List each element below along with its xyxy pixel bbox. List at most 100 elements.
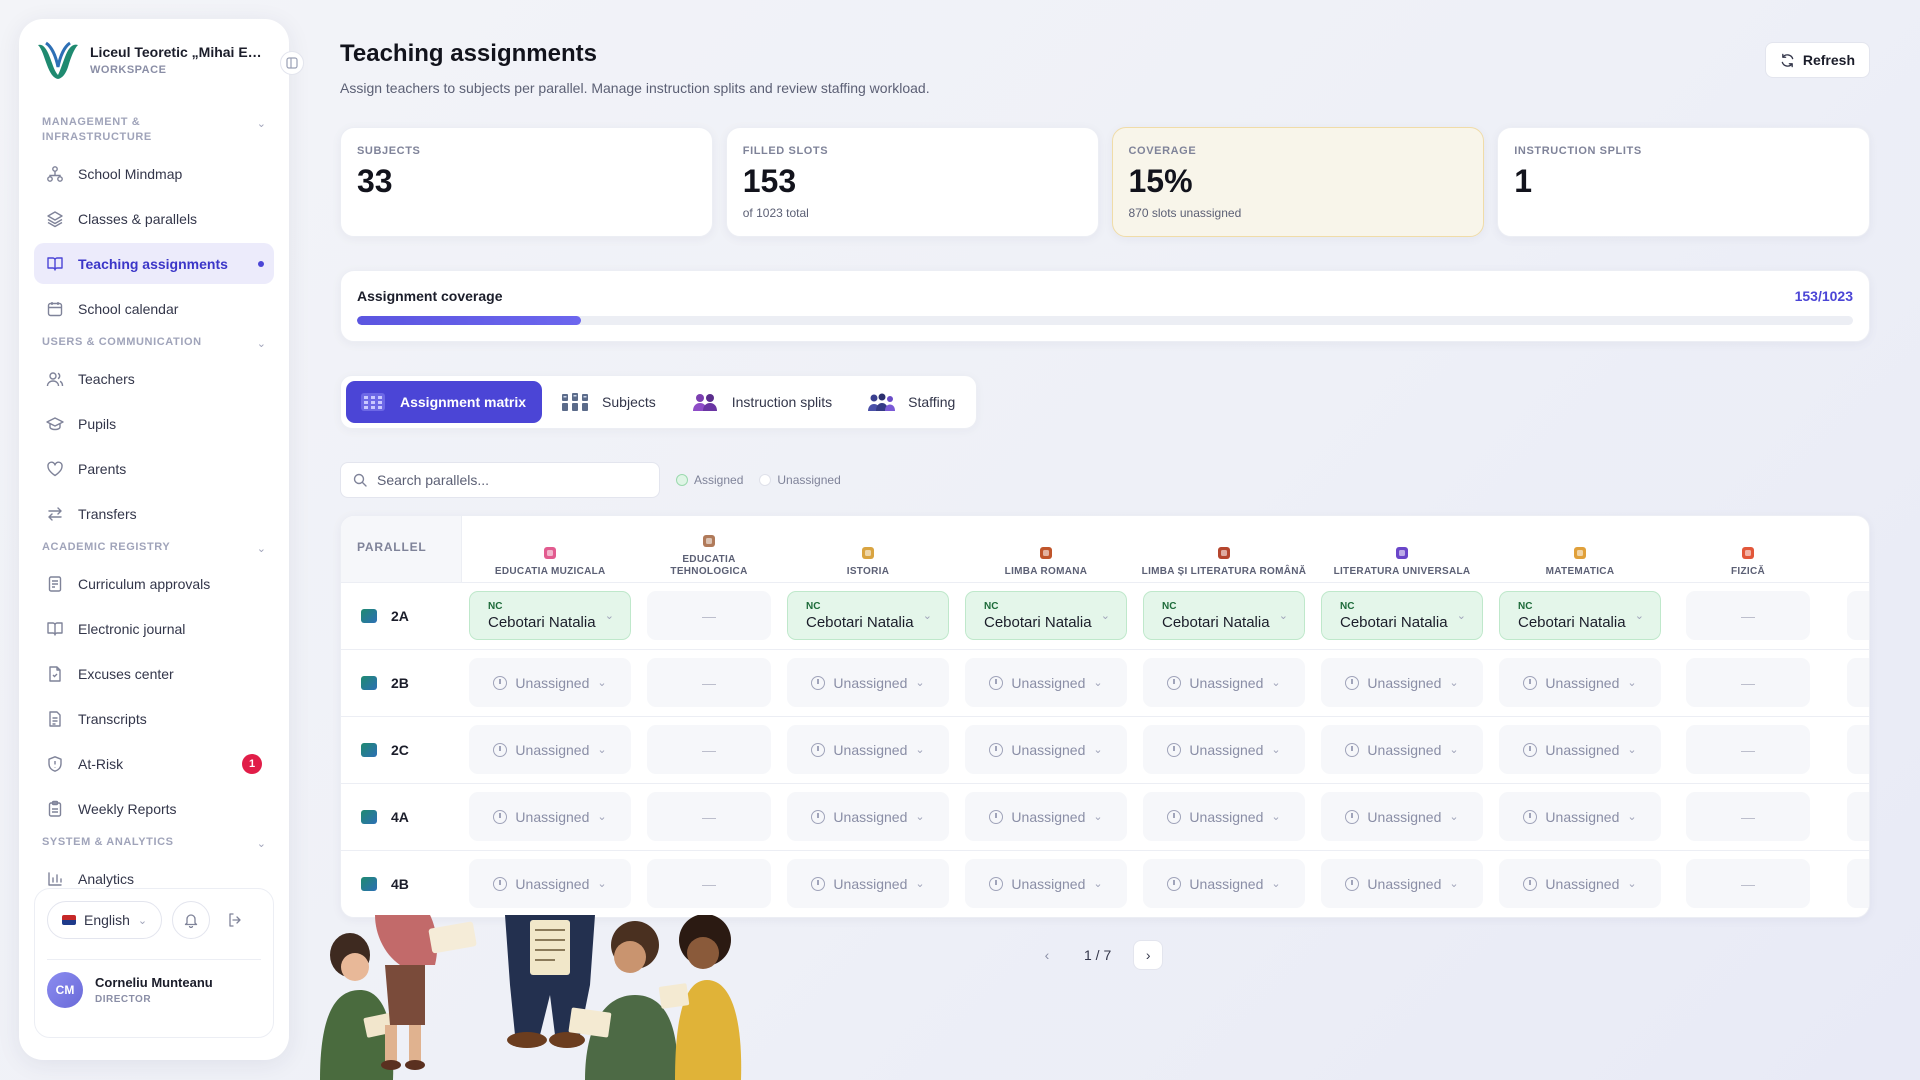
previous-page-button[interactable]: ‹: [1032, 940, 1062, 970]
teacher-assignment-select[interactable]: Unassigned ⌄: [787, 725, 949, 774]
teacher-assignment-select[interactable]: Unassigned ⌄: [1499, 658, 1661, 707]
teacher-assignment-select[interactable]: Unassigned ⌄: [965, 859, 1127, 908]
sidebar-item-school-calendar[interactable]: School calendar: [34, 288, 274, 329]
teacher-assignment-select[interactable]: Unassigned ⌄: [469, 725, 631, 774]
section-title: ACADEMIC REGISTRY: [42, 541, 171, 553]
section-users-communication[interactable]: USERS & COMMUNICATION ⌄: [34, 335, 274, 350]
teacher-assignment-select[interactable]: Unassigned ⌄: [469, 859, 631, 908]
sidebar-item-transcripts[interactable]: Transcripts: [34, 698, 274, 739]
matrix-cell: —: [1669, 716, 1827, 784]
section-management-infrastructure[interactable]: MANAGEMENT & INFRASTRUCTURE ⌄: [34, 115, 274, 145]
teacher-assignment-select[interactable]: Unassigned ⌄: [1321, 859, 1483, 908]
teacher-assignment-select[interactable]: Unassigned ⌄: [469, 658, 631, 707]
class-icon: [361, 809, 377, 824]
tab-instruction-splits[interactable]: Instruction splits: [678, 381, 848, 423]
teacher-name: Cebotari Natalia: [488, 613, 596, 631]
teacher-assignment-select[interactable]: NC Cebotari Natalia ⌄: [1143, 591, 1305, 640]
language-select[interactable]: English ⌄: [47, 901, 163, 939]
teacher-assignment-select[interactable]: Unassigned ⌄: [965, 792, 1127, 841]
sidebar-item-label: Pupils: [78, 415, 117, 432]
scroll-icon: [859, 544, 877, 562]
refresh-icon: [1781, 53, 1794, 67]
teacher-assignment-select[interactable]: Unassigned ⌄: [1499, 859, 1661, 908]
matrix-cell: [1827, 783, 1869, 851]
assignment-matrix[interactable]: PARALLEL EDUCATIA MUZICALA EDUCATIA TEHNO…: [340, 515, 1870, 918]
refresh-button[interactable]: Refresh: [1764, 42, 1870, 78]
teacher-assignment-select[interactable]: Unassigned ⌄: [1499, 725, 1661, 774]
teacher-assignment-select[interactable]: NC Cebotari Natalia ⌄: [787, 591, 949, 640]
chevron-down-icon: ⌄: [604, 610, 614, 622]
section-title: USERS & COMMUNICATION: [42, 336, 202, 348]
book-icon: [46, 255, 64, 273]
table-row: 2C Unassigned ⌄ — Unassigned ⌄ Unassigned ⌄ Unas…: [341, 716, 1869, 784]
tab-label: Assignment matrix: [400, 394, 527, 410]
unassigned-label: Unassigned: [1189, 674, 1264, 691]
matrix-cell: Unassigned ⌄: [957, 649, 1135, 717]
teacher-assignment-select[interactable]: NC Cebotari Natalia ⌄: [965, 591, 1127, 640]
sidebar-item-at-risk[interactable]: At-Risk 1: [34, 743, 274, 784]
teacher-assignment-select[interactable]: Unassigned ⌄: [965, 725, 1127, 774]
not-applicable-mark: —: [1741, 808, 1755, 825]
user-profile[interactable]: CM Corneliu Munteanu DIRECTOR: [47, 959, 261, 1008]
not-applicable-mark: —: [1741, 875, 1755, 892]
teacher-assignment-select[interactable]: Unassigned ⌄: [787, 792, 949, 841]
teacher-assignment-select[interactable]: Unassigned ⌄: [1143, 792, 1305, 841]
section-system-analytics[interactable]: SYSTEM & ANALYTICS ⌄: [34, 835, 274, 850]
sidebar-item-school-mindmap[interactable]: School Mindmap: [34, 153, 274, 194]
workspace-switcher[interactable]: Liceul Teoretic „Mihai Emi... WORKSPACE: [34, 37, 304, 83]
clock-icon: [1167, 675, 1182, 690]
teacher-assignment-select[interactable]: NC Cebotari Natalia ⌄: [469, 591, 631, 640]
sidebar-item-teachers[interactable]: Teachers: [34, 358, 274, 399]
teacher-assignment-select[interactable]: Unassigned ⌄: [787, 859, 949, 908]
sidebar-item-classes-parallels[interactable]: Classes & parallels: [34, 198, 274, 239]
teacher-assignment-select[interactable]: Unassigned ⌄: [1321, 658, 1483, 707]
clock-icon: [1167, 876, 1182, 891]
logout-button[interactable]: [220, 901, 250, 939]
sidebar-item-transfers[interactable]: Transfers: [34, 493, 274, 534]
teacher-assignment-select[interactable]: Unassigned ⌄: [1143, 658, 1305, 707]
not-applicable-cell: [1847, 792, 1869, 841]
subject-name: EDUCATIA MUZICALA: [494, 565, 606, 577]
page-title: Teaching assignments: [340, 40, 597, 67]
teacher-assignment-select[interactable]: Unassigned ⌄: [1143, 859, 1305, 908]
matrix-cell: [1827, 850, 1869, 917]
search-box: [340, 462, 660, 498]
sidebar-item-excuses-center[interactable]: Excuses center: [34, 653, 274, 694]
unassigned-label: Unassigned: [1011, 741, 1086, 758]
not-applicable-cell: —: [1686, 591, 1810, 640]
collapse-sidebar-button[interactable]: [280, 51, 304, 75]
next-page-button[interactable]: ›: [1133, 940, 1164, 970]
parallel-cell: 2A: [341, 582, 461, 650]
sidebar-item-teaching-assignments[interactable]: Teaching assignments: [34, 243, 274, 284]
clock-icon: [1523, 742, 1538, 757]
teacher-assignment-select[interactable]: NC Cebotari Natalia ⌄: [1321, 591, 1483, 640]
teacher-assignment-select[interactable]: Unassigned ⌄: [1321, 725, 1483, 774]
clock-icon: [989, 742, 1004, 757]
sidebar-item-weekly-reports[interactable]: Weekly Reports: [34, 788, 274, 829]
sidebar-item-pupils[interactable]: Pupils: [34, 403, 274, 444]
main-content: Teaching assignments Assign teachers to …: [340, 40, 1870, 918]
search-icon: [353, 473, 367, 487]
tab-subjects[interactable]: Subjects: [548, 381, 672, 423]
chevron-left-icon: ‹: [1044, 947, 1050, 963]
teacher-assignment-select[interactable]: Unassigned ⌄: [787, 658, 949, 707]
sidebar-item-electronic-journal[interactable]: Electronic journal: [34, 608, 274, 649]
teacher-assignment-select[interactable]: Unassigned ⌄: [1321, 792, 1483, 841]
matrix-cell: Unassigned ⌄: [461, 649, 639, 717]
teacher-assignment-select[interactable]: Unassigned ⌄: [1499, 792, 1661, 841]
teacher-assignment-select[interactable]: Unassigned ⌄: [965, 658, 1127, 707]
teacher-assignment-select[interactable]: NC Cebotari Natalia ⌄: [1499, 591, 1661, 640]
notifications-button[interactable]: [172, 901, 211, 939]
teacher-assignment-select[interactable]: Unassigned ⌄: [469, 792, 631, 841]
teacher-initials-tag: NC: [1518, 600, 1533, 612]
tab-staffing[interactable]: Staffing: [854, 381, 971, 423]
chevron-down-icon: ⌄: [1456, 610, 1466, 622]
sidebar-item-label: Teachers: [78, 370, 135, 387]
search-parallels-input[interactable]: [377, 472, 637, 488]
tab-assignment-matrix[interactable]: Assignment matrix: [346, 381, 543, 423]
sidebar-item-curriculum-approvals[interactable]: Curriculum approvals: [34, 563, 274, 604]
teacher-assignment-select[interactable]: Unassigned ⌄: [1143, 725, 1305, 774]
sidebar-item-parents[interactable]: Parents: [34, 448, 274, 489]
section-academic-registry[interactable]: ACADEMIC REGISTRY ⌄: [34, 540, 274, 555]
clock-icon: [1345, 742, 1360, 757]
